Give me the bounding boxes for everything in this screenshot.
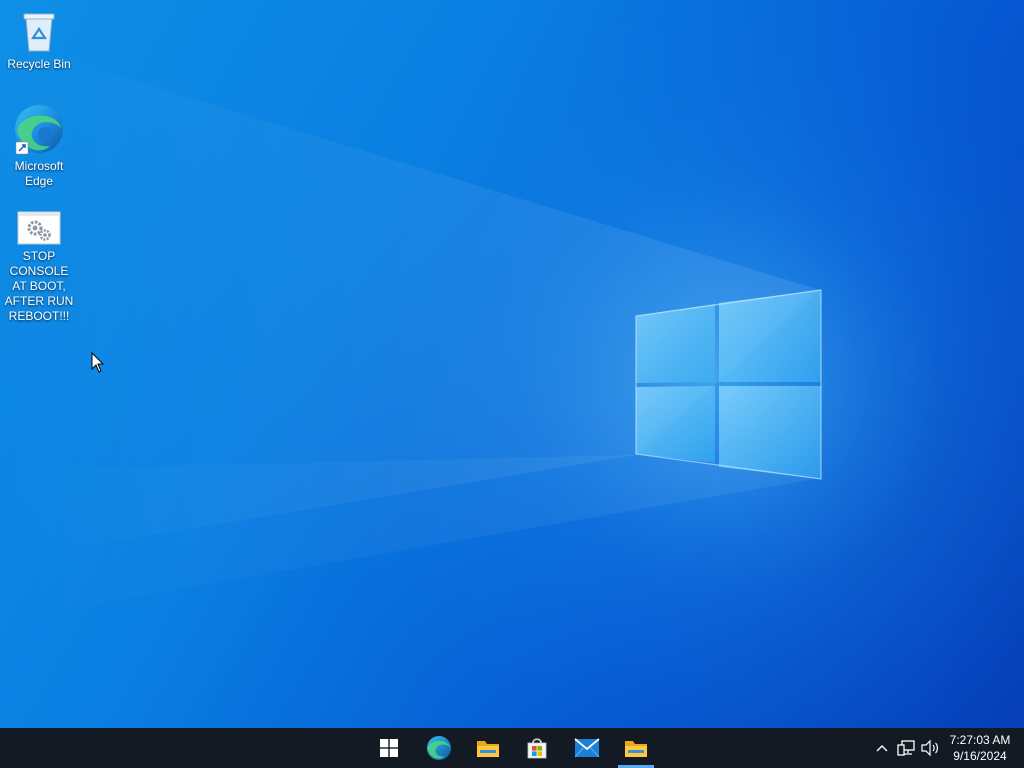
stop-console-shortcut[interactable]: STOP CONSOLE AT BOOT, AFTER RUN REBOOT!!…: [0, 210, 78, 324]
taskbar-store-button[interactable]: [515, 728, 559, 768]
desktop[interactable]: Recycle Bin Microsoft Edge STOP CONSOLE …: [0, 0, 1024, 728]
chevron-up-icon: [876, 745, 888, 752]
recycle-bin-label: Recycle Bin: [7, 57, 71, 71]
network-status-button[interactable]: [896, 738, 916, 758]
microsoft-edge-label: Microsoft Edge: [14, 159, 64, 188]
mail-icon: [574, 738, 600, 758]
stop-console-label: STOP CONSOLE AT BOOT, AFTER RUN REBOOT!!…: [4, 249, 74, 323]
file-explorer-icon: [625, 741, 647, 757]
clock-date: 9/16/2024: [953, 749, 1007, 763]
clock-time: 7:27:03 AM: [949, 733, 1011, 747]
store-icon: [527, 738, 547, 759]
mouse-cursor-icon: [91, 352, 105, 373]
taskbar: 7:27:03 AM 9/16/2024: [0, 728, 1024, 768]
taskbar-mail-button[interactable]: [565, 728, 609, 768]
edge-icon: [15, 105, 63, 155]
start-button[interactable]: [367, 728, 411, 768]
clock[interactable]: 7:27:03 AM 9/16/2024: [940, 732, 1020, 764]
taskbar-edge-button[interactable]: [417, 728, 461, 768]
recycle-bin-icon: [23, 13, 55, 52]
settings-gears-icon: [17, 211, 61, 245]
volume-button[interactable]: [920, 738, 940, 758]
recycle-bin-shortcut[interactable]: Recycle Bin: [0, 8, 78, 72]
volume-icon: [921, 740, 938, 756]
file-explorer-icon: [477, 741, 499, 757]
edge-icon: [427, 736, 451, 760]
taskbar-file-explorer-button[interactable]: [466, 728, 510, 768]
network-icon: [897, 740, 915, 756]
taskbar-file-explorer-active-button[interactable]: [614, 728, 658, 768]
windows-start-icon: [380, 739, 398, 757]
show-hidden-icons-button[interactable]: [874, 738, 890, 758]
microsoft-edge-shortcut[interactable]: Microsoft Edge: [0, 104, 78, 189]
windows-logo-wallpaper: [0, 0, 1024, 728]
